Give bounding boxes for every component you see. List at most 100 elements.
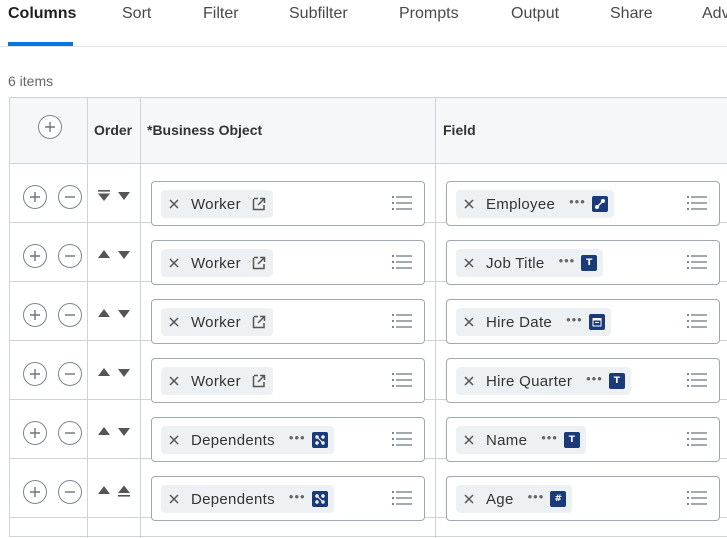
prompt-list-icon[interactable] — [392, 313, 412, 329]
remove-row-button[interactable] — [58, 185, 82, 209]
minus-icon — [65, 491, 75, 493]
more-icon[interactable]: ••• — [569, 194, 586, 209]
business-object-label: Worker — [191, 254, 241, 272]
instance-icon — [591, 196, 608, 212]
tab-advanced[interactable]: Adv — [702, 5, 727, 23]
field-header: Field — [443, 122, 476, 138]
field-prompt[interactable]: Hire Date ••• — [446, 299, 720, 344]
business-object-label: Worker — [191, 372, 241, 390]
more-icon[interactable]: ••• — [528, 489, 545, 504]
remove-row-button[interactable] — [58, 480, 82, 504]
more-icon[interactable]: ••• — [289, 430, 306, 445]
text-type-icon: T — [608, 373, 625, 389]
prompt-list-icon[interactable] — [687, 372, 707, 388]
tab-filter[interactable]: Filter — [203, 5, 239, 23]
add-row-button[interactable] — [23, 421, 47, 445]
up-arrow-sort-icon[interactable] — [97, 308, 111, 320]
field-prompt[interactable]: Employee ••• — [446, 181, 720, 226]
remove-icon[interactable] — [167, 315, 181, 329]
tab-subfilter[interactable]: Subfilter — [289, 5, 348, 23]
remove-icon[interactable] — [167, 433, 181, 447]
add-row-button[interactable] — [23, 362, 47, 386]
field-label: Job Title — [486, 254, 545, 272]
remove-row-button[interactable] — [58, 362, 82, 386]
business-object-label: Dependents — [191, 431, 275, 449]
down-arrow-sort-icon[interactable] — [117, 308, 131, 320]
business-object-pill: Worker — [161, 367, 273, 395]
add-row-button[interactable] — [23, 244, 47, 268]
field-label: Hire Date — [486, 313, 553, 331]
business-object-prompt[interactable]: Worker — [151, 181, 425, 226]
remove-row-button[interactable] — [58, 244, 82, 268]
remove-icon[interactable] — [462, 315, 476, 329]
prompt-list-icon[interactable] — [687, 195, 707, 211]
field-pill: Age ••• # — [456, 485, 573, 513]
tab-prompts[interactable]: Prompts — [399, 5, 459, 23]
grid-header: Order *Business Object Field — [10, 98, 727, 164]
minus-icon — [65, 314, 75, 316]
remove-row-button[interactable] — [58, 303, 82, 327]
remove-icon[interactable] — [462, 492, 476, 506]
up-arrow-sort-icon[interactable] — [97, 249, 111, 261]
top-sort-icon[interactable] — [97, 190, 111, 202]
tab-sort[interactable]: Sort — [122, 5, 151, 23]
external-link-icon[interactable] — [251, 255, 267, 271]
business-object-prompt[interactable]: Worker — [151, 299, 425, 344]
table-row: Worker Hire Quarter ••• T — [10, 341, 727, 403]
external-link-icon[interactable] — [251, 196, 267, 212]
more-icon[interactable]: ••• — [541, 430, 558, 445]
prompt-list-icon[interactable] — [687, 254, 707, 270]
remove-icon[interactable] — [167, 256, 181, 270]
prompt-list-icon[interactable] — [687, 490, 707, 506]
bottom-sort-icon[interactable] — [117, 485, 131, 497]
prompt-list-icon[interactable] — [687, 313, 707, 329]
prompt-list-icon[interactable] — [392, 372, 412, 388]
remove-icon[interactable] — [167, 374, 181, 388]
business-object-prompt[interactable]: Dependents ••• — [151, 476, 425, 521]
tab-output[interactable]: Output — [511, 5, 559, 23]
down-arrow-sort-icon[interactable] — [117, 190, 131, 202]
prompt-list-icon[interactable] — [687, 431, 707, 447]
field-prompt[interactable]: Job Title ••• T — [446, 240, 720, 285]
more-icon[interactable]: ••• — [586, 371, 603, 386]
tab-columns[interactable]: Columns — [8, 5, 76, 23]
more-icon[interactable]: ••• — [559, 253, 576, 268]
external-link-icon[interactable] — [251, 314, 267, 330]
down-arrow-sort-icon[interactable] — [117, 249, 131, 261]
prompt-list-icon[interactable] — [392, 431, 412, 447]
add-row-button[interactable] — [38, 115, 62, 139]
field-prompt[interactable]: Hire Quarter ••• T — [446, 358, 720, 403]
more-icon[interactable]: ••• — [566, 312, 583, 327]
remove-icon[interactable] — [462, 197, 476, 211]
remove-row-button[interactable] — [58, 421, 82, 445]
remove-icon[interactable] — [167, 197, 181, 211]
field-prompt[interactable]: Age ••• # — [446, 476, 720, 521]
up-arrow-sort-icon[interactable] — [97, 485, 111, 497]
external-link-icon[interactable] — [251, 373, 267, 389]
items-count: 6 items — [8, 73, 54, 89]
remove-icon[interactable] — [462, 256, 476, 270]
remove-icon[interactable] — [462, 374, 476, 388]
table-row: Dependents ••• Age ••• # — [10, 459, 727, 521]
add-row-button[interactable] — [23, 185, 47, 209]
field-prompt[interactable]: Name ••• T — [446, 417, 720, 462]
down-arrow-sort-icon[interactable] — [117, 426, 131, 438]
prompt-list-icon[interactable] — [392, 490, 412, 506]
up-arrow-sort-icon[interactable] — [97, 367, 111, 379]
business-object-prompt[interactable]: Dependents ••• — [151, 417, 425, 462]
business-object-prompt[interactable]: Worker — [151, 358, 425, 403]
down-arrow-sort-icon[interactable] — [117, 367, 131, 379]
more-icon[interactable]: ••• — [289, 489, 306, 504]
remove-icon[interactable] — [462, 433, 476, 447]
prompt-list-icon[interactable] — [392, 195, 412, 211]
business-object-prompt[interactable]: Worker — [151, 240, 425, 285]
remove-icon[interactable] — [167, 492, 181, 506]
add-row-button[interactable] — [23, 480, 47, 504]
plus-icon — [30, 310, 40, 320]
up-arrow-sort-icon[interactable] — [97, 426, 111, 438]
tab-share[interactable]: Share — [610, 5, 653, 23]
field-pill: Job Title ••• T — [456, 249, 604, 277]
tab-bar: Columns Sort Filter Subfilter Prompts Ou… — [0, 0, 727, 47]
add-row-button[interactable] — [23, 303, 47, 327]
prompt-list-icon[interactable] — [392, 254, 412, 270]
